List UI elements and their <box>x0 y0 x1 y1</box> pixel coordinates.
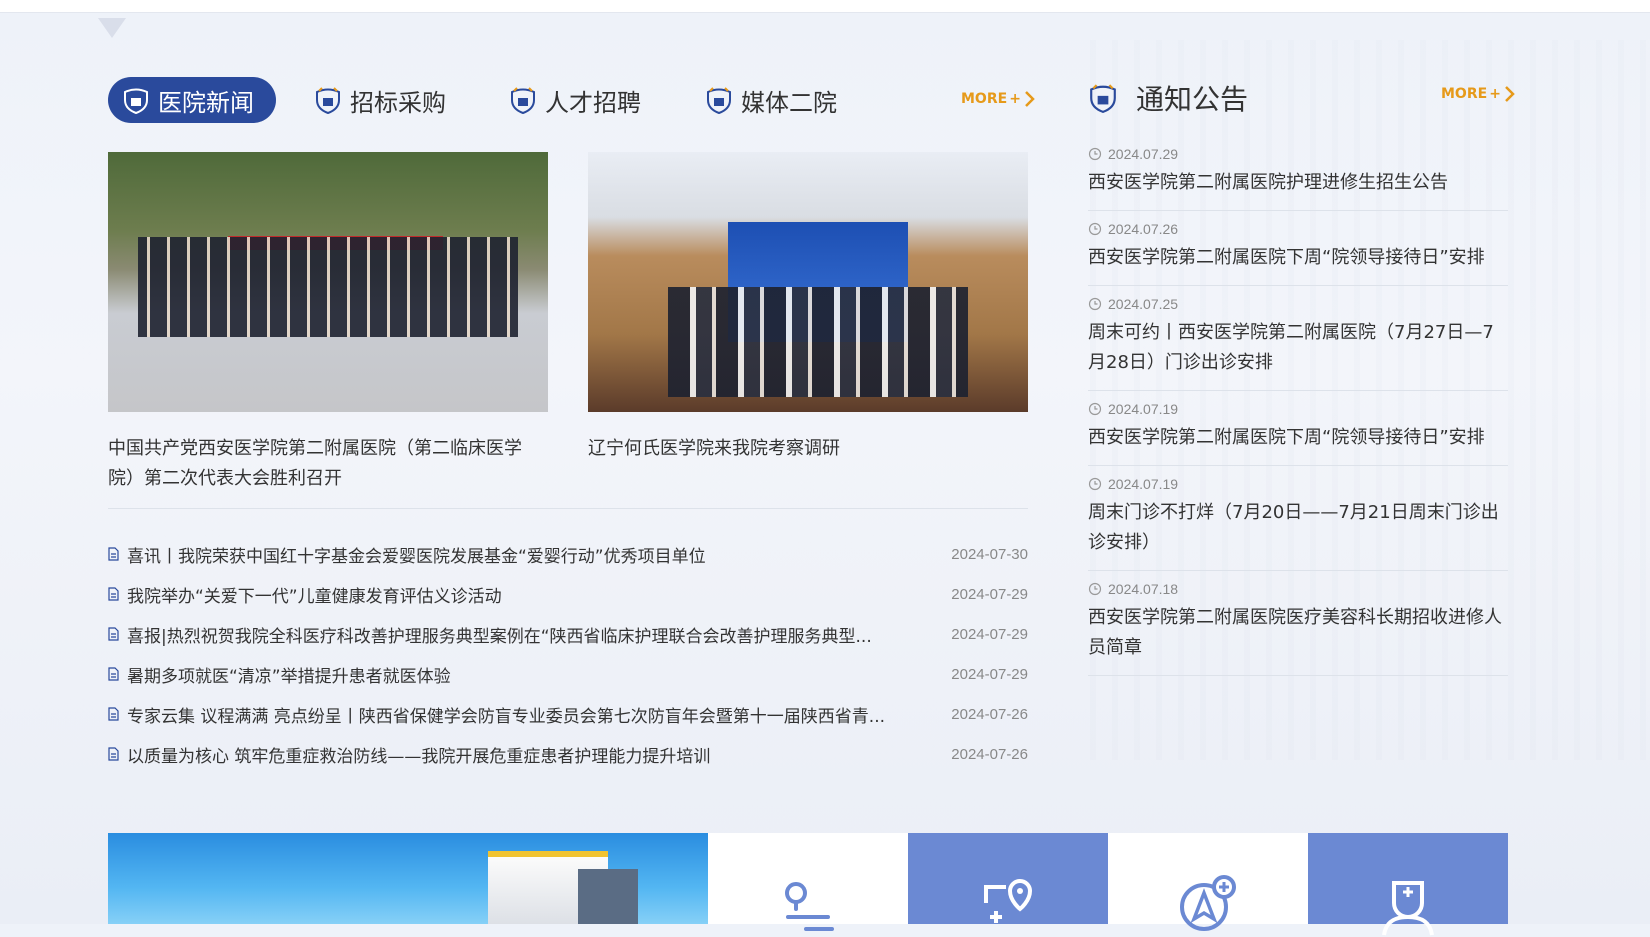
nav-pointer <box>98 18 126 38</box>
news-title: 喜报|热烈祝贺我院全科医疗科改善护理服务典型案例在“陕西省临床护理联合会改善护理… <box>127 626 872 647</box>
clock-icon <box>1088 222 1102 236</box>
news-more-link[interactable]: MORE + <box>961 90 1036 108</box>
list-item[interactable]: 喜报|热烈祝贺我院全科医疗科改善护理服务典型案例在“陕西省临床护理联合会改善护理… <box>108 614 1028 654</box>
more-label: MORE <box>1441 86 1488 102</box>
featured-photo-congress[interactable] <box>108 152 548 412</box>
doctor-icon <box>1382 881 1434 936</box>
top-bar <box>0 0 1650 13</box>
notice-item[interactable]: 2024.07.19 周末门诊不打烊（7月20日——7月21日周末门诊出诊安排） <box>1088 466 1508 571</box>
featured-caption[interactable]: 中国共产党西安医学院第二附属医院（第二临床医学院）第二次代表大会胜利召开 <box>108 434 548 494</box>
group-photo-visitors <box>668 287 968 397</box>
clock-icon <box>1088 582 1102 596</box>
chevron-right-icon <box>1505 86 1515 102</box>
chevron-right-icon <box>1025 91 1035 107</box>
notice-date: 2024.07.25 <box>1108 296 1179 312</box>
tab-label: 医院新闻 <box>158 88 254 117</box>
service-tile-location[interactable] <box>908 833 1108 924</box>
news-date: 2024-07-26 <box>951 705 1028 723</box>
notice-text: 西安医学院第二附属医院护理进修生招生公告 <box>1088 172 1448 193</box>
notices-title: 通知公告 <box>1136 83 1249 116</box>
document-icon <box>108 587 119 601</box>
notices-list: 2024.07.29 西安医学院第二附属医院护理进修生招生公告 2024.07.… <box>1088 136 1508 676</box>
clock-icon <box>1088 402 1102 416</box>
tab-bidding[interactable]: 招标采购 <box>314 77 446 123</box>
building-shape <box>578 869 638 924</box>
notice-text: 西安医学院第二附属医院下周“院领导接待日”安排 <box>1088 427 1485 448</box>
service-tile-route[interactable] <box>708 833 908 931</box>
notice-item[interactable]: 2024.07.18 西安医学院第二附属医院医疗美容科长期招收进修人员简章 <box>1088 571 1508 676</box>
tab-recruitment[interactable]: 人才招聘 <box>509 77 641 123</box>
notice-date: 2024.07.29 <box>1108 146 1179 162</box>
tab-label: 媒体二院 <box>741 88 837 117</box>
list-item[interactable]: 我院举办“关爱下一代”儿童健康发育评估义诊活动 2024-07-29 <box>108 574 1028 614</box>
document-icon <box>108 627 119 641</box>
notice-item[interactable]: 2024.07.29 西安医学院第二附属医院护理进修生招生公告 <box>1088 136 1508 211</box>
notice-date: 2024.07.26 <box>1108 221 1179 237</box>
divider <box>108 508 1028 509</box>
notice-text: 西安医学院第二附属医院下周“院领导接待日”安排 <box>1088 247 1485 268</box>
route-pin-icon <box>785 882 834 931</box>
document-icon <box>108 547 119 561</box>
notices-more-link[interactable]: MORE + <box>1441 85 1516 103</box>
notice-item[interactable]: 2024.07.19 西安医学院第二附属医院下周“院领导接待日”安排 <box>1088 391 1508 466</box>
list-item[interactable]: 喜讯丨我院荣获中国红十字基金会爱婴医院发展基金“爱婴行动”优秀项目单位 2024… <box>108 534 1028 574</box>
hospital-building-image[interactable] <box>108 833 708 924</box>
featured-caption[interactable]: 辽宁何氏医学院来我院考察调研 <box>588 434 1028 464</box>
service-tile-doctor[interactable] <box>1308 833 1508 936</box>
tab-hospital-news[interactable]: 医院新闻 <box>108 77 276 123</box>
news-title: 喜讯丨我院荣获中国红十字基金会爱婴医院发展基金“爱婴行动”优秀项目单位 <box>127 546 706 567</box>
news-list: 喜讯丨我院荣获中国红十字基金会爱婴医院发展基金“爱婴行动”优秀项目单位 2024… <box>108 534 1028 774</box>
list-item[interactable]: 专家云集 议程满满 亮点纷呈丨陕西省保健学会防盲专业委员会第七次防盲年会暨第十一… <box>108 694 1028 734</box>
news-date: 2024-07-30 <box>951 545 1028 563</box>
group-photo-crowd <box>138 237 518 337</box>
notice-item[interactable]: 2024.07.25 周末可约丨西安医学院第二附属医院（7月27日—7月28日）… <box>1088 286 1508 391</box>
notice-text: 周末可约丨西安医学院第二附属医院（7月27日—7月28日）门诊出诊安排 <box>1088 322 1494 373</box>
hospital-badge-icon <box>316 87 340 114</box>
plus-icon: + <box>1489 86 1501 102</box>
document-icon <box>108 667 119 681</box>
news-title: 我院举办“关爱下一代”儿童健康发育评估义诊活动 <box>127 586 502 607</box>
document-icon <box>108 707 119 721</box>
quick-services <box>108 833 1508 936</box>
notice-date: 2024.07.19 <box>1108 401 1179 417</box>
list-item[interactable]: 暑期多项就医“清凉”举措提升患者就医体验 2024-07-29 <box>108 654 1028 694</box>
notice-date: 2024.07.18 <box>1108 581 1179 597</box>
news-title: 暑期多项就医“清凉”举措提升患者就医体验 <box>127 666 451 687</box>
service-tile-navigation[interactable] <box>1108 833 1308 931</box>
notices-header: 通知公告 <box>1088 78 1248 118</box>
more-label: MORE <box>961 91 1008 107</box>
notice-text: 西安医学院第二附属医院医疗美容科长期招收进修人员简章 <box>1088 607 1502 658</box>
hospital-badge-icon <box>124 88 148 114</box>
news-date: 2024-07-26 <box>951 745 1028 763</box>
tab-label: 招标采购 <box>350 88 446 117</box>
notice-text: 周末门诊不打烊（7月20日——7月21日周末门诊出诊安排） <box>1088 502 1499 553</box>
featured-photo-visit[interactable] <box>588 152 1028 412</box>
notice-date: 2024.07.19 <box>1108 476 1179 492</box>
news-date: 2024-07-29 <box>951 625 1028 643</box>
document-icon <box>108 747 119 761</box>
list-item[interactable]: 以质量为核心 筑牢危重症救治防线——我院开展危重症患者护理能力提升培训 2024… <box>108 734 1028 774</box>
news-title: 以质量为核心 筑牢危重症救治防线——我院开展危重症患者护理能力提升培训 <box>127 746 711 767</box>
medical-location-icon <box>984 878 1033 923</box>
tab-label: 人才招聘 <box>545 88 641 117</box>
hospital-badge-icon <box>1090 84 1116 113</box>
hospital-badge-icon <box>707 87 731 114</box>
clock-icon <box>1088 477 1102 491</box>
clock-icon <box>1088 147 1102 161</box>
tab-media[interactable]: 媒体二院 <box>705 77 837 123</box>
clock-icon <box>1088 297 1102 311</box>
news-title: 专家云集 议程满满 亮点纷呈丨陕西省保健学会防盲专业委员会第七次防盲年会暨第十一… <box>127 706 886 727</box>
hospital-badge-icon <box>511 87 535 114</box>
news-date: 2024-07-29 <box>951 665 1028 683</box>
plus-icon: + <box>1009 91 1021 107</box>
navigation-plus-icon <box>1180 875 1236 931</box>
news-date: 2024-07-29 <box>951 585 1028 603</box>
notice-item[interactable]: 2024.07.26 西安医学院第二附属医院下周“院领导接待日”安排 <box>1088 211 1508 286</box>
